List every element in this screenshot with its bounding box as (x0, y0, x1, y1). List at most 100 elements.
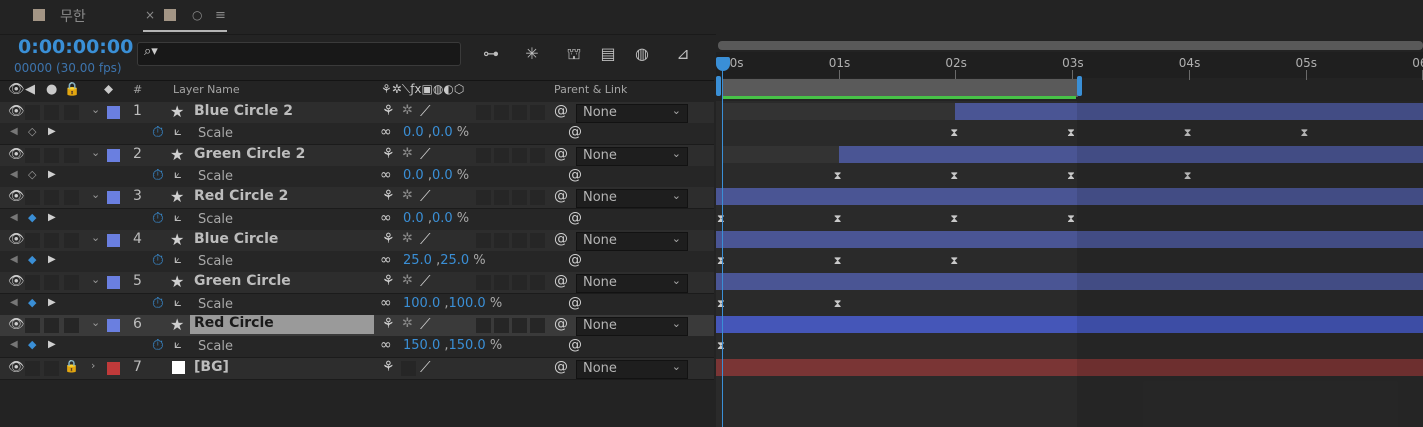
shy-switch-icon[interactable]: ⚘ (382, 146, 395, 162)
layer-row[interactable]: 👁 ⌄ 2 ★ Green Circle 2 ⚘ ✲ ⟋ @ None ⌄ (0, 145, 714, 167)
audio-toggle[interactable] (25, 233, 40, 248)
lock-toggle[interactable] (64, 275, 79, 290)
effect-switch[interactable] (512, 233, 527, 248)
label-color[interactable] (107, 234, 120, 247)
composition-flowchart-icon[interactable]: ⊶ (480, 43, 502, 65)
audio-toggle[interactable] (25, 148, 40, 163)
pickwhip-icon[interactable]: @ (554, 231, 568, 247)
constrain-proportions-icon[interactable]: ∞ (380, 252, 392, 268)
layer-name[interactable]: Green Circle (194, 273, 291, 289)
keyframe-marker[interactable]: ⧗ (717, 254, 725, 268)
constrain-proportions-icon[interactable]: ∞ (380, 124, 392, 140)
collapse-switch[interactable] (401, 361, 416, 376)
effect-switch[interactable] (476, 148, 491, 163)
effect-switch[interactable] (512, 190, 527, 205)
effect-switch[interactable] (494, 233, 509, 248)
effect-switch[interactable] (476, 233, 491, 248)
scale-x[interactable]: 0.0 (403, 125, 424, 140)
previous-keyframe-icon[interactable]: ◀ (10, 212, 18, 223)
effect-switch[interactable] (494, 318, 509, 333)
frame-blending-icon[interactable]: ▤ (597, 43, 619, 65)
eye-icon[interactable]: 👁 (8, 274, 25, 289)
constrain-proportions-icon[interactable]: ∞ (380, 167, 392, 183)
stopwatch-icon[interactable]: ⏱ (152, 251, 164, 269)
effect-switch[interactable] (512, 148, 527, 163)
scale-x[interactable]: 0.0 (403, 211, 424, 226)
audio-toggle[interactable] (25, 361, 40, 376)
stopwatch-icon[interactable]: ⏱ (152, 123, 164, 141)
effect-switch[interactable] (476, 105, 491, 120)
scale-x[interactable]: 150.0 (403, 338, 440, 353)
parent-dropdown[interactable]: None ⌄ (576, 274, 688, 293)
audio-toggle[interactable] (25, 275, 40, 290)
keyframe-marker[interactable]: ⧗ (834, 212, 842, 226)
effect-switch[interactable] (530, 233, 545, 248)
layer-row[interactable]: 👁 ⌄ 5 ★ Green Circle ⚘ ✲ ⟋ @ None ⌄ (0, 272, 714, 294)
effect-switch[interactable] (530, 190, 545, 205)
current-time-indicator-head[interactable] (716, 57, 730, 71)
scale-value[interactable]: 0.0 ,0.0 % (403, 211, 469, 226)
keyframe-marker[interactable]: ⧗ (717, 297, 725, 311)
graph-editor-icon[interactable]: ⊿ (672, 43, 694, 65)
collapse-arrow-icon[interactable]: ⌄ (91, 103, 100, 116)
keyframe-marker[interactable]: ⧗ (950, 126, 958, 140)
time-navigator[interactable] (718, 41, 1423, 50)
quality-switch-icon[interactable]: ⟋ (420, 272, 431, 290)
motion-blur-icon[interactable]: ◍ (631, 43, 653, 65)
stopwatch-icon[interactable]: ⏱ (152, 209, 164, 227)
scale-value[interactable]: 0.0 ,0.0 % (403, 168, 469, 183)
collapse-switch-icon[interactable]: ✲ (402, 273, 413, 288)
menu-icon[interactable]: ≡ (215, 8, 226, 23)
layer-row[interactable]: 👁 ⌄ 1 ★ Blue Circle 2 ⚘ ✲ ⟋ @ None ⌄ (0, 102, 714, 124)
layer-row[interactable]: 👁 ⌄ 4 ★ Blue Circle ⚘ ✲ ⟋ @ None ⌄ (0, 230, 714, 252)
shy-switch-icon[interactable]: ⚘ (382, 103, 395, 119)
layer-search-input[interactable]: ⌕▾ (137, 42, 461, 66)
previous-keyframe-icon[interactable]: ◀ (10, 297, 18, 308)
layer-row[interactable]: 👁 ⌄ 6 ★ Red Circle ⚘ ✲ ⟋ @ None ⌄ (0, 315, 714, 337)
layer-name[interactable]: Green Circle 2 (194, 146, 305, 162)
audio-toggle[interactable] (25, 105, 40, 120)
quality-switch-icon[interactable]: ⟋ (420, 315, 431, 333)
pickwhip-icon[interactable]: @ (554, 359, 568, 375)
previous-keyframe-icon[interactable]: ◀ (10, 169, 18, 180)
solo-toggle[interactable] (44, 105, 59, 120)
layer-name[interactable]: Blue Circle (194, 231, 278, 247)
quality-switch-icon[interactable]: ⟋ (420, 102, 431, 120)
keyframe-marker[interactable]: ⧗ (717, 339, 725, 353)
label-color[interactable] (107, 106, 120, 119)
scale-y[interactable]: 100.0 (448, 296, 485, 311)
lock-toggle[interactable] (64, 148, 79, 163)
keyframe-marker[interactable]: ⧗ (950, 212, 958, 226)
collapse-switch-icon[interactable]: ✲ (402, 188, 413, 203)
previous-keyframe-icon[interactable]: ◀ (10, 339, 18, 350)
effect-switch[interactable] (530, 275, 545, 290)
collapse-arrow-icon[interactable]: ⌄ (91, 231, 100, 244)
solo-toggle[interactable] (44, 233, 59, 248)
quality-switch-icon[interactable]: ⟋ (420, 358, 431, 376)
label-color[interactable] (107, 319, 120, 332)
effect-switch[interactable] (512, 275, 527, 290)
solo-toggle[interactable] (44, 318, 59, 333)
lock-icon[interactable]: 🔒 (64, 359, 79, 374)
scale-y[interactable]: 0.0 (432, 168, 453, 183)
audio-speaker-icon[interactable]: ◀ (25, 82, 35, 97)
eye-icon[interactable]: 👁 (8, 104, 25, 119)
collapse-switch-icon[interactable]: ✲ (402, 103, 413, 118)
next-keyframe-icon[interactable]: ▶ (48, 339, 56, 350)
solo-toggle[interactable] (44, 190, 59, 205)
property-row[interactable]: ◀ ◇ ▶ ⏱ ⟀ Scale ∞ 0.0 ,0.0 % @ (0, 123, 714, 145)
collapse-switch-icon[interactable]: ✲ (402, 146, 413, 161)
expression-pickwhip-icon[interactable]: @ (568, 210, 582, 226)
previous-keyframe-icon[interactable]: ◀ (10, 254, 18, 265)
effect-switch[interactable] (530, 105, 545, 120)
effect-switch[interactable] (476, 318, 491, 333)
current-time-display[interactable]: 0:00:00:00 (18, 36, 133, 58)
solo-toggle[interactable] (44, 148, 59, 163)
scale-value[interactable]: 25.0 ,25.0 % (403, 253, 486, 268)
column-layer-name[interactable]: Layer Name (173, 83, 240, 96)
effect-switch[interactable] (494, 275, 509, 290)
effect-switch[interactable] (476, 275, 491, 290)
property-row[interactable]: ◀ ◆ ▶ ⏱ ⟀ Scale ∞ 100.0 ,100.0 % @ (0, 294, 714, 316)
graph-icon[interactable]: ⟀ (174, 124, 182, 139)
effect-switch[interactable] (476, 190, 491, 205)
